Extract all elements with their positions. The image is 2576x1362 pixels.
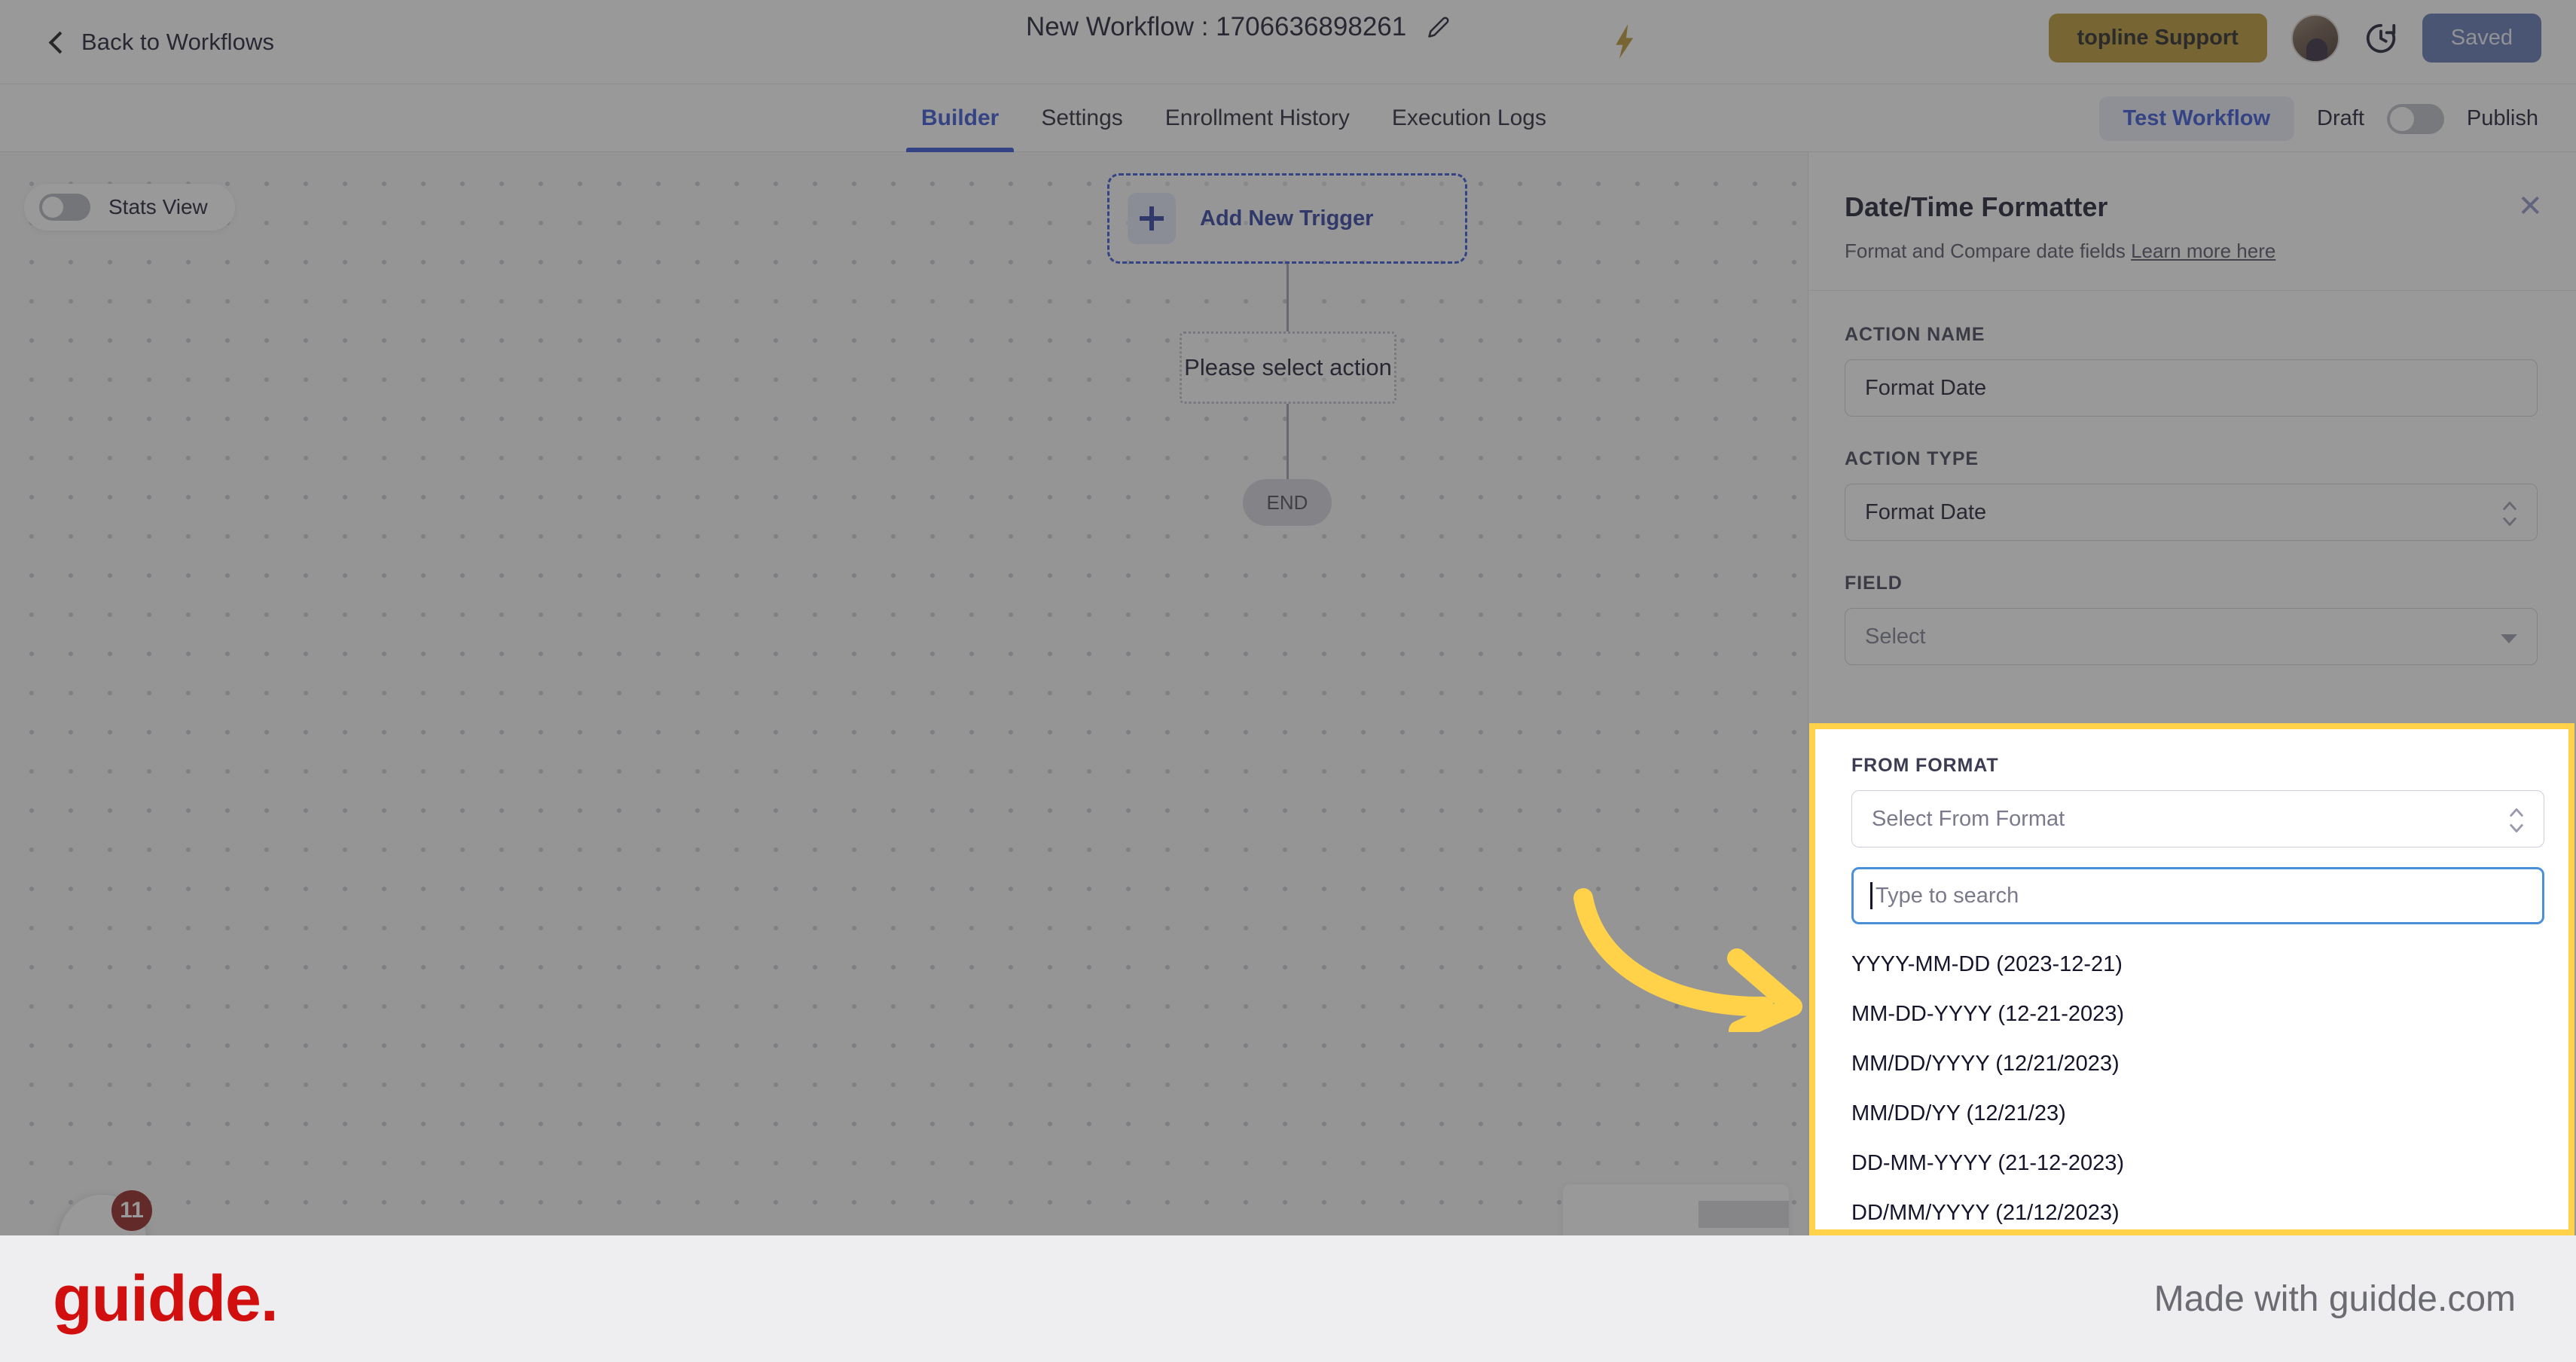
chat-unread-badge: 11	[111, 1190, 152, 1231]
from-format-search-placeholder: Type to search	[1876, 883, 2019, 908]
avatar[interactable]	[2291, 14, 2339, 63]
chevron-updown-icon	[2502, 498, 2517, 530]
back-to-workflows-label: Back to Workflows	[81, 28, 275, 55]
action-name-group: ACTION NAME Format Date	[1845, 324, 2540, 417]
minimap-bar	[1699, 1201, 1789, 1228]
yellow-curved-arrow	[1573, 888, 1802, 1032]
header-actions: topline Support Saved	[2048, 14, 2541, 63]
support-brand: topline	[2077, 26, 2149, 50]
pencil-icon[interactable]	[1427, 16, 1450, 38]
list-item[interactable]: MM/DD/YY (12/21/23)	[1851, 1089, 2532, 1138]
end-node: END	[1243, 479, 1332, 526]
chevron-updown-icon	[2509, 805, 2524, 836]
field-select[interactable]: Select	[1845, 608, 2538, 665]
tab-bar-actions: Test Workflow Draft Publish	[2098, 96, 2538, 141]
add-new-trigger-label: Add New Trigger	[1200, 206, 1374, 231]
add-new-trigger-node[interactable]: Add New Trigger	[1107, 173, 1467, 264]
action-type-value: Format Date	[1865, 499, 1987, 524]
connector-line	[1286, 264, 1289, 331]
panel-subtitle-text: Format and Compare date fields	[1845, 240, 2126, 262]
draft-label: Draft	[2317, 106, 2364, 130]
text-cursor	[1870, 882, 1872, 909]
learn-more-link[interactable]: Learn more here	[2131, 240, 2275, 262]
made-with-guidde-text: Made with guidde.com	[2153, 1278, 2516, 1319]
publish-toggle[interactable]	[2386, 103, 2444, 134]
from-format-highlight: FROM FORMAT Select From Format Type to s…	[1809, 723, 2574, 1235]
topline-support-button[interactable]: topline Support	[2048, 14, 2267, 63]
tab-bar: Builder Settings Enrollment History Exec…	[0, 84, 2576, 152]
app-header: Back to Workflows New Workflow : 1706636…	[0, 0, 2576, 84]
toggle-knob	[2389, 106, 2414, 131]
action-type-select[interactable]: Format Date	[1845, 484, 2538, 541]
list-item[interactable]: YYYY-MM-DD (2023-12-21)	[1851, 939, 2532, 989]
from-format-option-list: YYYY-MM-DD (2023-12-21) MM-DD-YYYY (12-2…	[1851, 939, 2532, 1229]
tab-enrollment-history[interactable]: Enrollment History	[1144, 84, 1371, 152]
from-format-select[interactable]: Select From Format	[1851, 790, 2544, 847]
select-action-label: Please select action	[1184, 354, 1392, 380]
field-label: FIELD	[1845, 573, 1903, 594]
action-name-value: Format Date	[1865, 375, 1987, 400]
panel-body: ACTION NAME Format Date ACTION TYPE Form…	[1808, 291, 2576, 665]
test-workflow-button[interactable]: Test Workflow	[2098, 96, 2295, 141]
stats-toggle-switch[interactable]	[39, 194, 90, 221]
from-format-group: FROM FORMAT Select From Format Type to s…	[1815, 729, 2568, 1229]
app-root: Back to Workflows New Workflow : 1706636…	[0, 0, 2576, 1235]
close-icon[interactable]: ✕	[2517, 191, 2543, 221]
workflow-canvas[interactable]: Stats View Add New Trigger Please select…	[0, 152, 1808, 1235]
action-type-group: ACTION TYPE Format Date	[1845, 448, 2540, 541]
clock-history-icon[interactable]	[2364, 21, 2398, 56]
lightning-bolt-icon	[1616, 24, 1637, 59]
chat-support-widget[interactable]: ◡ 11	[59, 1190, 152, 1235]
list-item[interactable]: DD-MM-YYYY (21-12-2023)	[1851, 1138, 2532, 1188]
field-value: Select	[1865, 624, 1926, 649]
page-title: New Workflow : 1706636898261	[1026, 12, 1407, 41]
back-to-workflows-link[interactable]: Back to Workflows	[47, 29, 274, 56]
panel-title: Date/Time Formatter	[1845, 191, 2108, 222]
from-format-label: FROM FORMAT	[1851, 755, 1999, 776]
stats-view-toggle[interactable]: Stats View	[24, 184, 235, 231]
chevron-down-icon	[2501, 634, 2517, 643]
panel-header: Date/Time Formatter Format and Compare d…	[1808, 152, 2576, 291]
select-action-node[interactable]: Please select action	[1180, 331, 1396, 404]
publish-label: Publish	[2466, 106, 2538, 130]
list-item[interactable]: DD/MM/YYYY (21/12/2023)	[1851, 1188, 2532, 1229]
stats-view-label: Stats View	[108, 195, 208, 218]
tab-builder[interactable]: Builder	[900, 84, 1020, 152]
plus-icon	[1128, 193, 1176, 244]
tab-settings[interactable]: Settings	[1020, 84, 1143, 152]
canvas-minimap-card[interactable]	[1563, 1184, 1789, 1235]
action-name-label: ACTION NAME	[1845, 324, 1985, 345]
connector-line	[1286, 404, 1289, 479]
action-name-input[interactable]: Format Date	[1845, 359, 2538, 417]
toggle-knob	[42, 197, 63, 218]
support-suffix: Support	[2148, 26, 2239, 50]
workflow-title-group: New Workflow : 1706636898261	[1026, 12, 1450, 42]
action-type-label: ACTION TYPE	[1845, 448, 1979, 469]
saved-button[interactable]: Saved	[2422, 14, 2541, 63]
from-format-search-input[interactable]: Type to search	[1851, 867, 2544, 924]
end-node-label: END	[1266, 490, 1308, 514]
tab-list: Builder Settings Enrollment History Exec…	[900, 84, 1567, 152]
list-item[interactable]: MM/DD/YYYY (12/21/2023)	[1851, 1039, 2532, 1089]
tab-execution-logs[interactable]: Execution Logs	[1371, 84, 1567, 152]
panel-subtitle: Format and Compare date fields Learn mor…	[1845, 240, 2531, 263]
guidde-footer-banner: guidde. Made with guidde.com	[0, 1235, 2576, 1362]
field-group: FIELD Select	[1845, 573, 2540, 665]
chevron-left-icon	[47, 32, 66, 52]
guidde-logo: guidde.	[53, 1262, 279, 1335]
list-item[interactable]: MM-DD-YYYY (12-21-2023)	[1851, 989, 2532, 1039]
from-format-value: Select From Format	[1872, 806, 2065, 831]
